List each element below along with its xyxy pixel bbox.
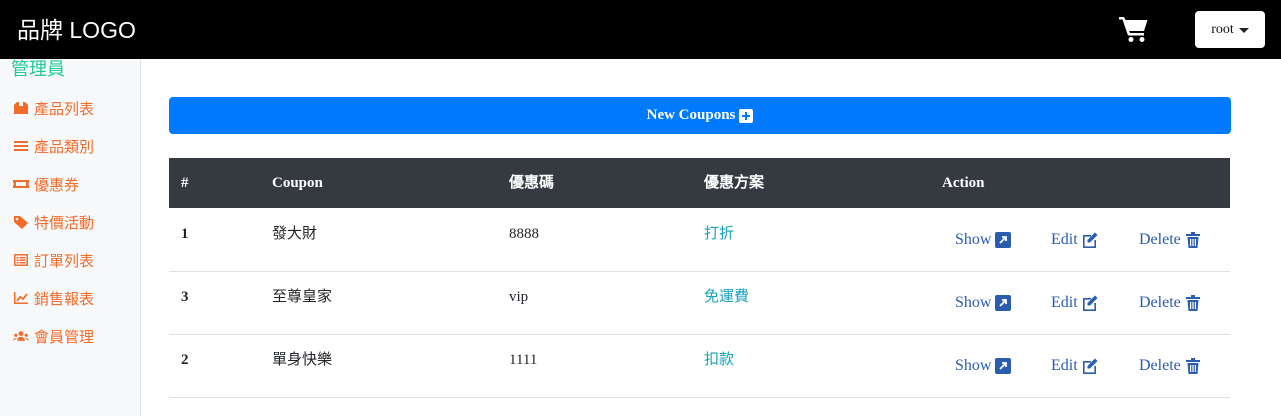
sidebar-item-products[interactable]: 產品列表 xyxy=(13,97,94,119)
column-header: 優惠碼 xyxy=(509,175,555,191)
edit-icon xyxy=(1082,295,1098,311)
sidebar-title: 管理員 xyxy=(11,59,65,80)
tags-icon xyxy=(14,216,28,229)
sidebar-item-label: 銷售報表 xyxy=(34,289,95,308)
list-alt-icon xyxy=(14,254,28,266)
column-header: Coupon xyxy=(272,175,323,191)
delete-label: Delete xyxy=(1139,231,1181,248)
delete-label: Delete xyxy=(1139,294,1181,311)
boxes-icon xyxy=(14,102,28,114)
edit-label: Edit xyxy=(1051,231,1078,248)
coupon-code: vip xyxy=(509,289,529,305)
sidebar-item-label: 會員管理 xyxy=(34,327,95,346)
coupon-plan: 扣款 xyxy=(704,352,735,368)
sidebar: 管理員 產品列表 產品類別 優惠券 特價活動 訂單列表 銷售報表 會員管理 xyxy=(0,59,141,416)
user-dropdown-button[interactable]: root xyxy=(1195,11,1265,48)
delete-button[interactable]: Delete xyxy=(1139,294,1201,312)
delete-button[interactable]: Delete xyxy=(1139,357,1201,375)
coupon-name: 發大財 xyxy=(272,226,318,242)
trash-icon xyxy=(1185,295,1200,311)
coupon-name: 單身快樂 xyxy=(272,352,333,368)
coupon-code: 8888 xyxy=(509,226,539,242)
top-navbar: 品牌 LOGO root xyxy=(0,0,1281,59)
edit-icon xyxy=(1082,232,1098,248)
new-coupons-label: New Coupons xyxy=(646,107,736,123)
table-row: 2 單身快樂 1111 扣款 Show Edit Delete xyxy=(169,335,1230,398)
show-button[interactable]: Show xyxy=(955,294,1012,312)
users-icon xyxy=(13,331,29,341)
external-link-icon xyxy=(995,295,1012,311)
table-row: 1 發大財 8888 打折 Show Edit Delete xyxy=(169,209,1230,272)
edit-icon xyxy=(1082,358,1098,374)
chart-line-icon xyxy=(14,292,28,304)
edit-button[interactable]: Edit xyxy=(1051,231,1098,249)
new-coupons-button[interactable]: New Coupons xyxy=(169,97,1231,134)
edit-button[interactable]: Edit xyxy=(1051,357,1098,375)
cart-icon[interactable] xyxy=(1119,15,1149,43)
show-label: Show xyxy=(955,357,992,374)
row-id: 1 xyxy=(181,226,189,242)
sidebar-item-label: 訂單列表 xyxy=(34,251,95,270)
show-label: Show xyxy=(955,294,992,311)
table-header: # Coupon 優惠碼 優惠方案 Action xyxy=(169,158,1230,208)
ticket-icon xyxy=(13,180,29,188)
sidebar-item-coupons[interactable]: 優惠券 xyxy=(13,173,79,195)
brand-logo[interactable]: 品牌 LOGO xyxy=(17,15,136,45)
sidebar-item-members[interactable]: 會員管理 xyxy=(13,325,94,347)
sidebar-item-label: 產品類別 xyxy=(34,137,95,156)
external-link-icon xyxy=(995,358,1012,374)
edit-label: Edit xyxy=(1051,294,1078,311)
sidebar-item-label: 特價活動 xyxy=(34,213,95,232)
sidebar-item-label: 優惠券 xyxy=(34,175,80,194)
trash-icon xyxy=(1185,358,1200,374)
coupon-code: 1111 xyxy=(509,352,538,368)
show-label: Show xyxy=(955,231,992,248)
edit-label: Edit xyxy=(1051,357,1078,374)
chevron-down-icon xyxy=(1238,28,1249,33)
list-icon xyxy=(14,141,28,151)
column-header: Action xyxy=(942,175,985,191)
column-header: # xyxy=(181,175,189,191)
external-link-icon xyxy=(995,232,1012,248)
sidebar-item-sales-report[interactable]: 銷售報表 xyxy=(13,287,94,309)
row-id: 3 xyxy=(181,289,189,305)
sidebar-item-orders[interactable]: 訂單列表 xyxy=(13,249,94,271)
show-button[interactable]: Show xyxy=(955,357,1012,375)
show-button[interactable]: Show xyxy=(955,231,1012,249)
delete-label: Delete xyxy=(1139,357,1181,374)
user-name: root xyxy=(1211,21,1234,37)
trash-icon xyxy=(1185,232,1200,248)
sidebar-item-promotions[interactable]: 特價活動 xyxy=(13,211,94,233)
coupon-name: 至尊皇家 xyxy=(272,289,333,305)
row-id: 2 xyxy=(181,352,189,368)
sidebar-item-categories[interactable]: 產品類別 xyxy=(13,135,94,157)
delete-button[interactable]: Delete xyxy=(1139,231,1201,249)
coupon-plan: 免運費 xyxy=(704,289,750,305)
plus-square-icon xyxy=(739,108,754,123)
column-header: 優惠方案 xyxy=(704,175,765,191)
coupon-plan: 打折 xyxy=(704,226,735,242)
table-row: 3 至尊皇家 vip 免運費 Show Edit Delete xyxy=(169,272,1230,335)
sidebar-item-label: 產品列表 xyxy=(34,99,95,118)
edit-button[interactable]: Edit xyxy=(1051,294,1098,312)
